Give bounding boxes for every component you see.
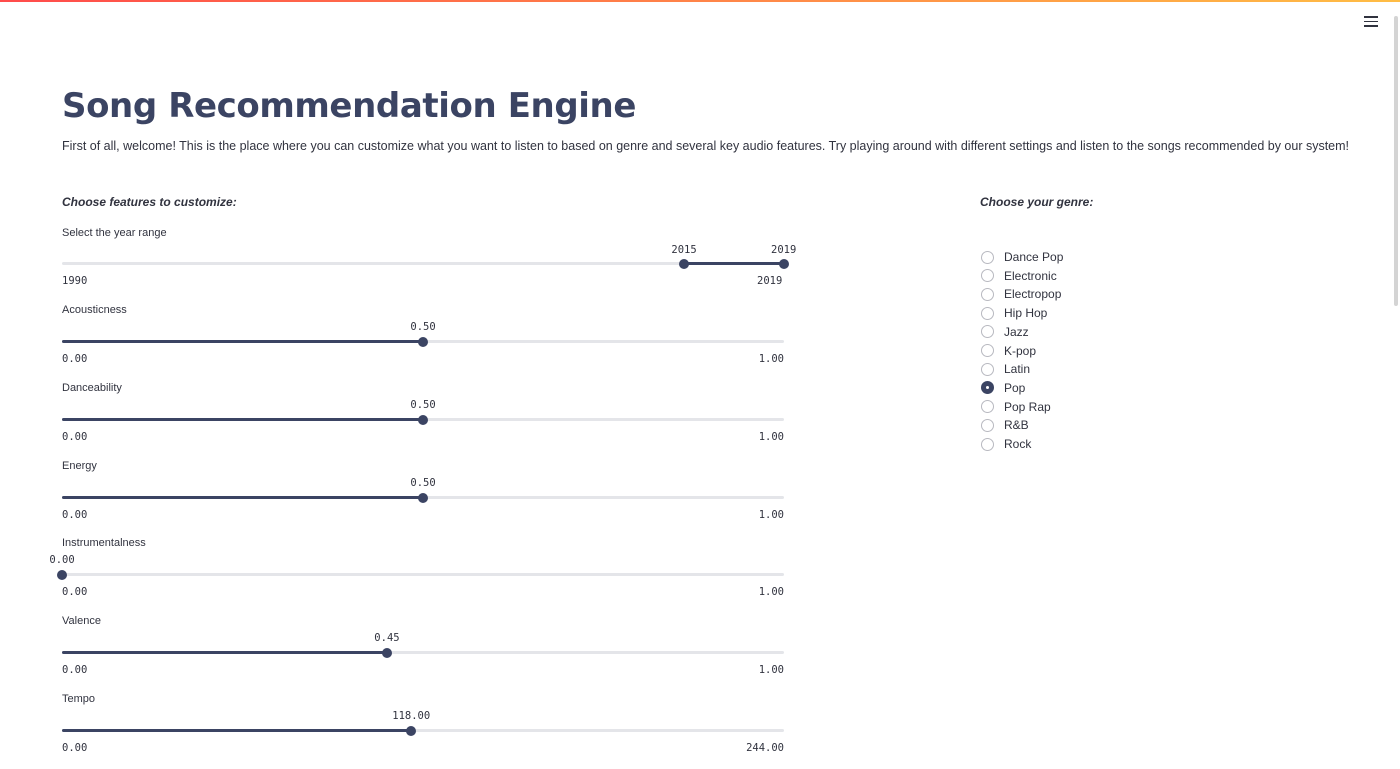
year-range-track[interactable] bbox=[62, 262, 784, 265]
genre-option-label: Hip Hop bbox=[1004, 306, 1048, 321]
genre-option-label: K-pop bbox=[1004, 343, 1037, 358]
tempo-value: 118.00 bbox=[392, 710, 431, 722]
genre-option-label: Latin bbox=[1004, 362, 1031, 377]
acousticness-label: Acousticness bbox=[62, 304, 127, 316]
features-heading: Choose features to customize: bbox=[62, 195, 237, 209]
valence-value: 0.45 bbox=[374, 632, 400, 644]
genre-option-label: Rock bbox=[1004, 437, 1032, 451]
genre-option-randb[interactable]: R&B bbox=[981, 416, 1029, 434]
genre-option-latin[interactable]: Latin bbox=[981, 360, 1030, 378]
danceability-min-label: 0.00 bbox=[62, 431, 88, 443]
genre-option-label: Electronic bbox=[1004, 268, 1057, 283]
header-decoration-bar bbox=[0, 0, 1400, 2]
hamburger-menu-icon[interactable] bbox=[1364, 16, 1378, 28]
instrumentalness-thumb[interactable] bbox=[57, 570, 67, 580]
genre-option-hip-hop[interactable]: Hip Hop bbox=[981, 304, 1047, 322]
valence-fill bbox=[62, 651, 387, 654]
tempo-max-label: 244.00 bbox=[746, 742, 784, 754]
genre-option-label: Pop Rap bbox=[1004, 399, 1051, 414]
genre-option-rock[interactable]: Rock bbox=[981, 435, 1031, 453]
year-range-low-value: 2015 bbox=[671, 244, 697, 256]
valence-max-label: 1.00 bbox=[758, 664, 784, 676]
danceability-max-label: 1.00 bbox=[758, 431, 784, 443]
acousticness-value: 0.50 bbox=[410, 321, 436, 333]
danceability-label: Danceability bbox=[62, 382, 122, 394]
acousticness-fill bbox=[62, 340, 423, 343]
energy-max-label: 1.00 bbox=[758, 509, 784, 521]
danceability-thumb[interactable] bbox=[418, 415, 428, 425]
genre-option-label: Pop bbox=[1004, 380, 1026, 395]
energy-value: 0.50 bbox=[410, 477, 436, 489]
genre-option-electronic[interactable]: Electronic bbox=[981, 267, 1057, 285]
year-range-label: Select the year range bbox=[62, 227, 167, 239]
genre-option-k-pop[interactable]: K-pop bbox=[981, 342, 1036, 360]
genre-option-pop[interactable]: Pop bbox=[981, 379, 1025, 397]
tempo-min-label: 0.00 bbox=[62, 742, 88, 754]
instrumentalness-track[interactable] bbox=[62, 573, 784, 576]
tempo-fill bbox=[62, 729, 412, 732]
page-scrollbar[interactable] bbox=[1394, 16, 1398, 306]
radio-button-icon[interactable] bbox=[981, 250, 994, 264]
radio-button-icon[interactable] bbox=[981, 306, 994, 320]
year-range-high-thumb[interactable] bbox=[779, 259, 789, 269]
radio-button-icon[interactable] bbox=[981, 269, 994, 283]
radio-button-icon[interactable] bbox=[981, 437, 994, 451]
genre-option-label: Electropop bbox=[1004, 287, 1062, 302]
instrumentalness-label: Instrumentalness bbox=[62, 537, 146, 549]
genre-option-pop-rap[interactable]: Pop Rap bbox=[981, 398, 1051, 416]
genre-option-label: R&B bbox=[1004, 418, 1029, 433]
genre-option-electropop[interactable]: Electropop bbox=[981, 285, 1061, 303]
radio-button-icon[interactable] bbox=[981, 344, 994, 357]
tempo-label: Tempo bbox=[62, 693, 96, 705]
energy-min-label: 0.00 bbox=[62, 509, 88, 521]
energy-label: Energy bbox=[62, 460, 97, 472]
year-range-high-value: 2019 bbox=[771, 244, 797, 256]
instrumentalness-value: 0.00 bbox=[49, 554, 75, 566]
year-range-fill bbox=[684, 262, 784, 265]
valence-label: Valence bbox=[62, 615, 101, 627]
danceability-fill bbox=[62, 418, 423, 421]
page-title: Song Recommendation Engine bbox=[62, 86, 636, 126]
radio-button-icon[interactable] bbox=[981, 381, 994, 395]
genre-option-label: Dance Pop bbox=[1004, 250, 1064, 264]
valence-min-label: 0.00 bbox=[62, 664, 88, 676]
radio-button-icon[interactable] bbox=[981, 418, 994, 432]
acousticness-min-label: 0.00 bbox=[62, 353, 88, 365]
danceability-value: 0.50 bbox=[410, 399, 436, 411]
tempo-thumb[interactable] bbox=[406, 726, 417, 736]
acousticness-max-label: 1.00 bbox=[758, 353, 784, 365]
energy-fill bbox=[62, 496, 423, 499]
year-range-max-label: 2019 bbox=[757, 275, 783, 287]
radio-button-icon[interactable] bbox=[981, 325, 994, 339]
genre-option-label: Jazz bbox=[1004, 324, 1029, 339]
genre-option-dance-pop[interactable]: Dance Pop bbox=[981, 248, 1063, 266]
radio-button-icon[interactable] bbox=[981, 362, 994, 376]
instrumentalness-max-label: 1.00 bbox=[758, 586, 784, 598]
intro-text: First of all, welcome! This is the place… bbox=[62, 139, 1350, 153]
genre-option-jazz[interactable]: Jazz bbox=[981, 323, 1029, 341]
acousticness-thumb[interactable] bbox=[418, 337, 428, 347]
genre-heading: Choose your genre: bbox=[980, 195, 1094, 209]
radio-button-icon[interactable] bbox=[981, 287, 994, 301]
radio-button-icon[interactable] bbox=[981, 400, 994, 414]
year-range-low-thumb[interactable] bbox=[679, 259, 690, 269]
year-range-min-label: 1990 bbox=[62, 275, 88, 287]
energy-thumb[interactable] bbox=[418, 493, 428, 503]
valence-thumb[interactable] bbox=[381, 648, 392, 658]
instrumentalness-min-label: 0.00 bbox=[62, 586, 88, 598]
